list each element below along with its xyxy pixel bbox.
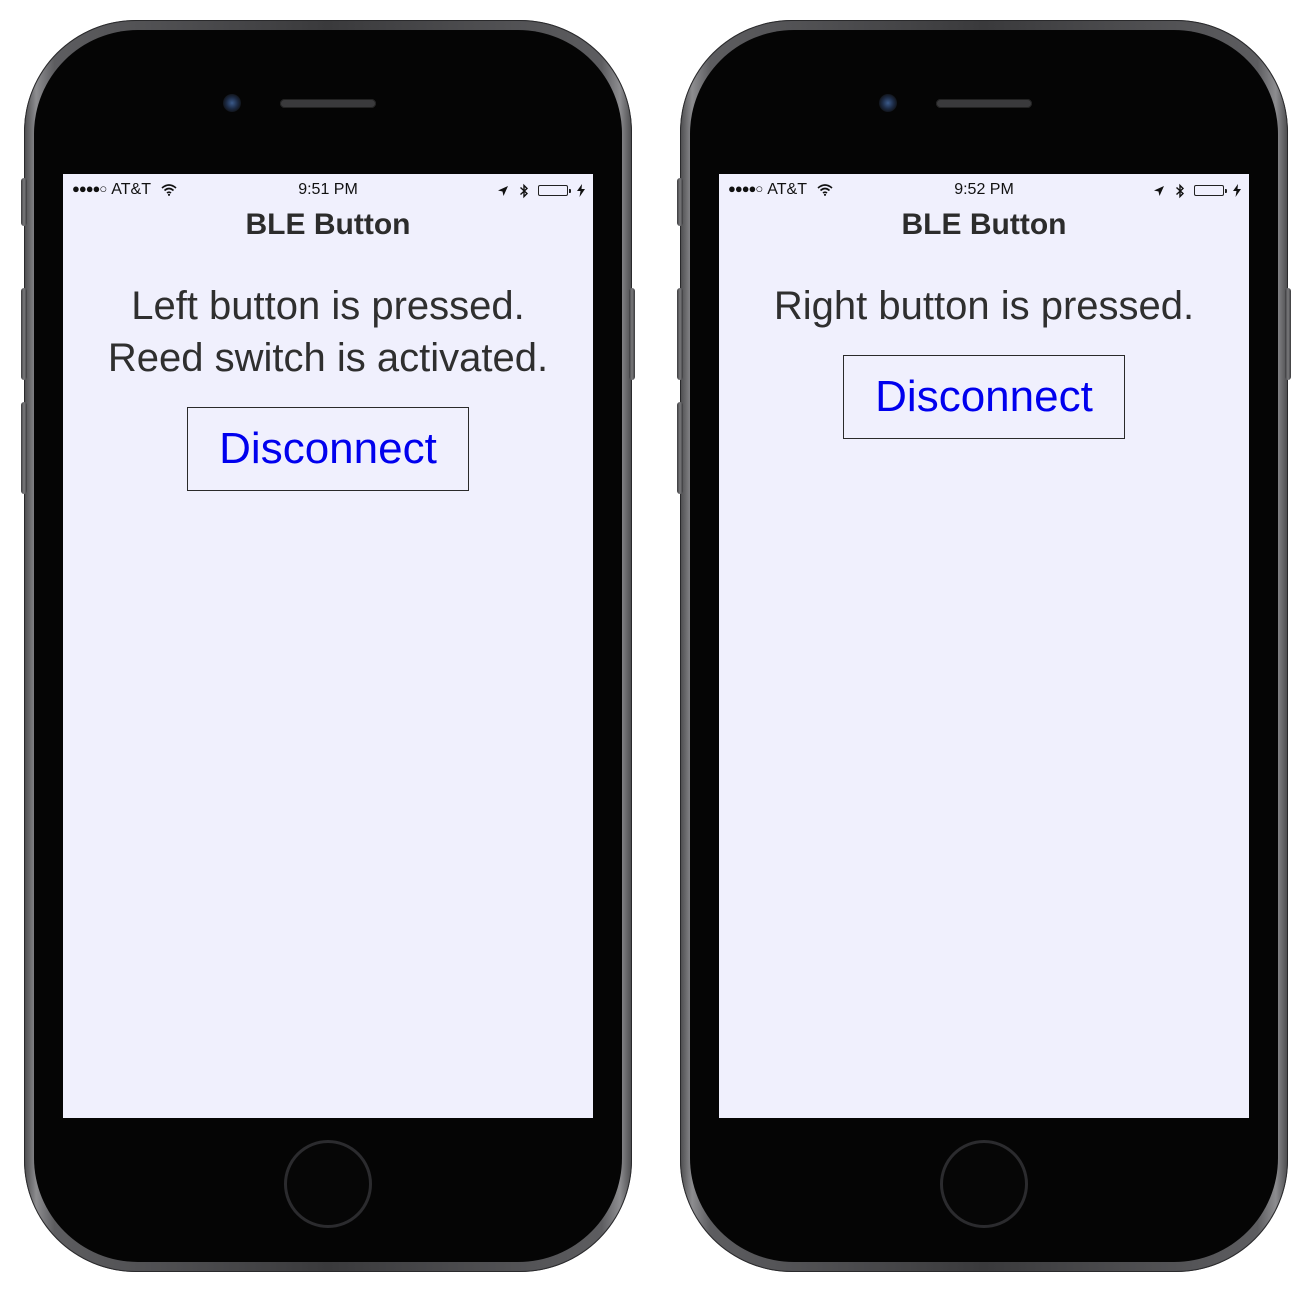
message-line: Reed switch is activated. [107,336,549,380]
location-arrow-icon [1153,185,1164,196]
status-message: Right button is pressed. [719,280,1249,332]
power-button [629,288,635,380]
home-button [284,1140,372,1228]
phone-screen: ●●●●○ AT&T 9:51 PM BLE Button Left button… [63,174,593,1118]
bluetooth-icon [1176,183,1185,198]
status-message: Left button is pressed. Reed switch is a… [63,280,593,384]
message-line: Left button is pressed. [131,284,525,328]
volume-down-button [21,402,27,494]
front-camera-icon [879,94,897,112]
volume-up-button [21,288,27,380]
phone-screen: ●●●●○ AT&T 9:52 PM BLE Button Right butto… [719,174,1249,1118]
charging-bolt-icon [1233,184,1241,198]
status-bar: ●●●●○ AT&T 9:52 PM [719,174,1249,204]
volume-down-button [677,402,683,494]
disconnect-button[interactable]: Disconnect [843,355,1125,439]
charging-bolt-icon [577,184,585,198]
mute-switch [677,178,683,226]
nav-title: BLE Button [901,208,1067,241]
bluetooth-icon [520,183,529,198]
battery-icon [1193,185,1227,197]
phone-right: ●●●●○ AT&T 9:52 PM BLE Button Right butto… [677,20,1291,1272]
earpiece-speaker [280,99,376,108]
location-arrow-icon [497,185,508,196]
phone-left: ●●●●○ AT&T 9:51 PM BLE Button Left button… [21,20,635,1272]
message-line: Right button is pressed. [773,284,1195,328]
battery-icon [537,185,571,197]
front-camera-icon [223,94,241,112]
earpiece-speaker [936,99,1032,108]
home-button [940,1140,1028,1228]
mute-switch [21,178,27,226]
nav-title: BLE Button [245,208,411,241]
status-bar: ●●●●○ AT&T 9:51 PM [63,174,593,204]
volume-up-button [677,288,683,380]
power-button [1285,288,1291,380]
disconnect-button[interactable]: Disconnect [187,407,469,491]
